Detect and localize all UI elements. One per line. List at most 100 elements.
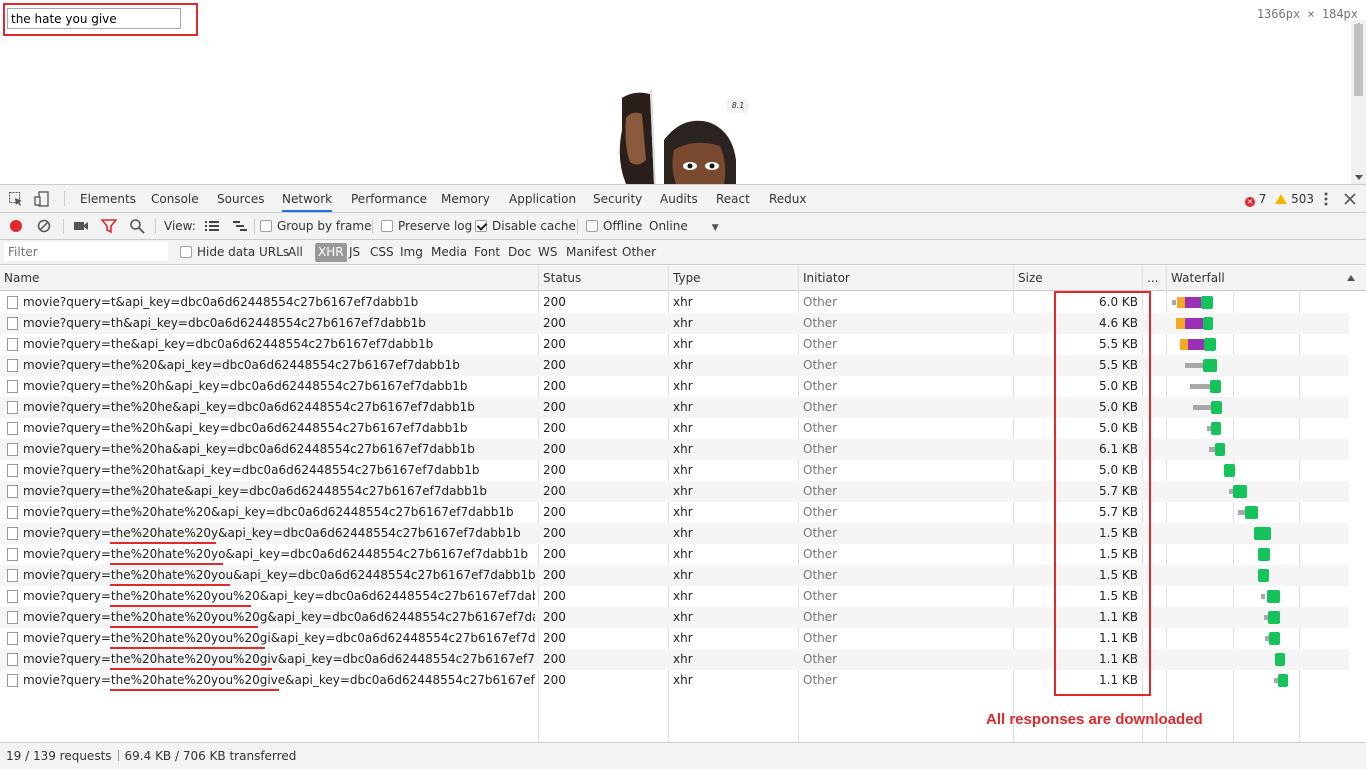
device-toolbar-icon[interactable] <box>34 191 50 207</box>
tab-application[interactable]: Application <box>509 185 576 212</box>
tab-react[interactable]: React <box>716 185 750 212</box>
column-header-status[interactable]: Status <box>539 266 581 291</box>
tab-performance[interactable]: Performance <box>351 185 427 212</box>
request-name[interactable]: movie?query=th&api_key=dbc0a6d62448554c2… <box>23 313 535 334</box>
search-icon[interactable] <box>129 218 145 234</box>
checkbox-icon[interactable] <box>381 220 393 232</box>
waterfall-bar-green[interactable] <box>1201 296 1213 309</box>
more-menu-icon[interactable] <box>1324 192 1328 206</box>
column-header-more[interactable]: ... <box>1143 266 1158 291</box>
filter-type-manifest[interactable]: Manifest <box>566 240 617 265</box>
tab-memory[interactable]: Memory <box>441 185 490 212</box>
sort-ascending-icon[interactable] <box>1347 275 1355 281</box>
checkbox-icon[interactable] <box>260 220 272 232</box>
waterfall-bar-green[interactable] <box>1215 443 1225 456</box>
inspect-element-icon[interactable] <box>8 191 24 207</box>
filter-type-doc[interactable]: Doc <box>508 240 531 265</box>
throttling-select[interactable]: Online ▼ <box>649 213 719 240</box>
request-name[interactable]: movie?query=the%20hate%20y&api_key=dbc0a… <box>23 523 535 544</box>
waterfall-bar-green[interactable] <box>1211 401 1222 414</box>
scroll-down-arrow-icon[interactable] <box>1355 175 1363 180</box>
waterfall-bar-orange[interactable] <box>1177 297 1185 308</box>
checkbox-icon[interactable] <box>586 220 598 232</box>
group-by-frame-checkbox[interactable]: Group by frame <box>260 213 371 240</box>
waterfall-bar-green[interactable] <box>1233 485 1247 498</box>
clear-icon[interactable] <box>36 218 52 234</box>
preserve-log-checkbox[interactable]: Preserve log <box>381 213 472 240</box>
filter-type-media[interactable]: Media <box>431 240 467 265</box>
waterfall-bar-green[interactable] <box>1210 380 1221 393</box>
filter-input[interactable] <box>4 242 168 261</box>
record-icon[interactable] <box>8 218 24 234</box>
request-name[interactable]: movie?query=the%20hate%20you&api_key=dbc… <box>23 565 535 586</box>
hide-data-urls-checkbox[interactable]: Hide data URLs <box>180 240 289 265</box>
filter-type-js[interactable]: JS <box>349 240 360 265</box>
request-name[interactable]: movie?query=the%20hate%20yo&api_key=dbc0… <box>23 544 535 565</box>
table-scrollbar[interactable] <box>1349 292 1366 742</box>
filter-type-ws[interactable]: WS <box>538 240 557 265</box>
waterfall-bar-gray[interactable] <box>1238 510 1245 515</box>
waterfall-bar-green[interactable] <box>1275 653 1285 666</box>
request-name[interactable]: movie?query=the%20hate%20you%20&api_key=… <box>23 586 535 607</box>
request-name[interactable]: movie?query=the%20h&api_key=dbc0a6d62448… <box>23 376 535 397</box>
tab-security[interactable]: Security <box>593 185 642 212</box>
request-name[interactable]: movie?query=the%20hate%20you%20give&api_… <box>23 670 535 691</box>
waterfall-bar-green[interactable] <box>1254 527 1271 540</box>
column-header-type[interactable]: Type <box>669 266 701 291</box>
page-scrollbar[interactable] <box>1351 20 1366 184</box>
disable-cache-checkbox[interactable]: Disable cache <box>475 213 576 240</box>
waterfall-bar-green[interactable] <box>1211 422 1221 435</box>
filter-icon[interactable] <box>101 218 117 234</box>
waterfall-bar-green[interactable] <box>1245 506 1258 519</box>
capture-screenshots-icon[interactable] <box>73 218 89 234</box>
waterfall-bar-green[interactable] <box>1258 569 1269 582</box>
checkbox-icon[interactable] <box>180 246 192 258</box>
waterfall-bar-green[interactable] <box>1203 317 1213 330</box>
column-header-name[interactable]: Name <box>0 266 39 291</box>
waterfall-bar-green[interactable] <box>1258 548 1270 561</box>
waterfall-bar-gray[interactable] <box>1193 405 1211 410</box>
waterfall-bar-purple[interactable] <box>1185 297 1201 308</box>
waterfall-bar-orange[interactable] <box>1180 339 1188 350</box>
waterfall-bar-green[interactable] <box>1268 611 1280 624</box>
filter-type-img[interactable]: Img <box>400 240 423 265</box>
request-name[interactable]: movie?query=the%20&api_key=dbc0a6d624485… <box>23 355 535 376</box>
request-name[interactable]: movie?query=the&api_key=dbc0a6d62448554c… <box>23 334 535 355</box>
tab-elements[interactable]: Elements <box>80 185 136 212</box>
request-name[interactable]: movie?query=the%20hate%20you%20giv&api_k… <box>23 649 535 670</box>
filter-type-all[interactable]: All <box>288 240 303 265</box>
checkbox-checked-icon[interactable] <box>475 220 487 232</box>
waterfall-bar-green[interactable] <box>1269 632 1280 645</box>
tab-redux[interactable]: Redux <box>769 185 807 212</box>
waterfall-bar-gray[interactable] <box>1261 594 1265 599</box>
request-name[interactable]: movie?query=the%20hate%20&api_key=dbc0a6… <box>23 502 535 523</box>
waterfall-bar-purple[interactable] <box>1188 339 1204 350</box>
waterfall-bar-gray[interactable] <box>1190 384 1210 389</box>
filter-type-xhr[interactable]: XHR <box>315 243 347 262</box>
filter-type-css[interactable]: CSS <box>370 240 394 265</box>
tab-audits[interactable]: Audits <box>660 185 698 212</box>
tab-sources[interactable]: Sources <box>217 185 264 212</box>
column-header-initiator[interactable]: Initiator <box>799 266 850 291</box>
tab-console[interactable]: Console <box>151 185 199 212</box>
close-icon[interactable] <box>1344 193 1356 205</box>
waterfall-bar-green[interactable] <box>1267 590 1280 603</box>
filter-type-other[interactable]: Other <box>622 240 656 265</box>
offline-checkbox[interactable]: Offline <box>586 213 642 240</box>
filter-type-font[interactable]: Font <box>474 240 500 265</box>
waterfall-bar-orange[interactable] <box>1176 318 1185 329</box>
waterfall-bar-gray[interactable] <box>1172 300 1176 305</box>
request-name[interactable]: movie?query=t&api_key=dbc0a6d62448554c27… <box>23 292 535 313</box>
console-counts[interactable]: × 7 503 <box>1244 192 1314 207</box>
waterfall-bar-green[interactable] <box>1278 674 1288 687</box>
request-name[interactable]: movie?query=the%20hate%20you%20g&api_key… <box>23 607 535 628</box>
tab-network[interactable]: Network <box>282 185 333 212</box>
column-header-waterfall[interactable]: Waterfall <box>1167 266 1225 291</box>
waterfall-bar-purple[interactable] <box>1185 318 1203 329</box>
request-name[interactable]: movie?query=the%20hate&api_key=dbc0a6d62… <box>23 481 535 502</box>
scrollbar-thumb[interactable] <box>1354 24 1363 96</box>
waterfall-bar-green[interactable] <box>1203 359 1217 372</box>
request-name[interactable]: movie?query=the%20hat&api_key=dbc0a6d624… <box>23 460 535 481</box>
large-rows-icon[interactable] <box>204 219 220 235</box>
request-name[interactable]: movie?query=the%20hate%20you%20gi&api_ke… <box>23 628 535 649</box>
